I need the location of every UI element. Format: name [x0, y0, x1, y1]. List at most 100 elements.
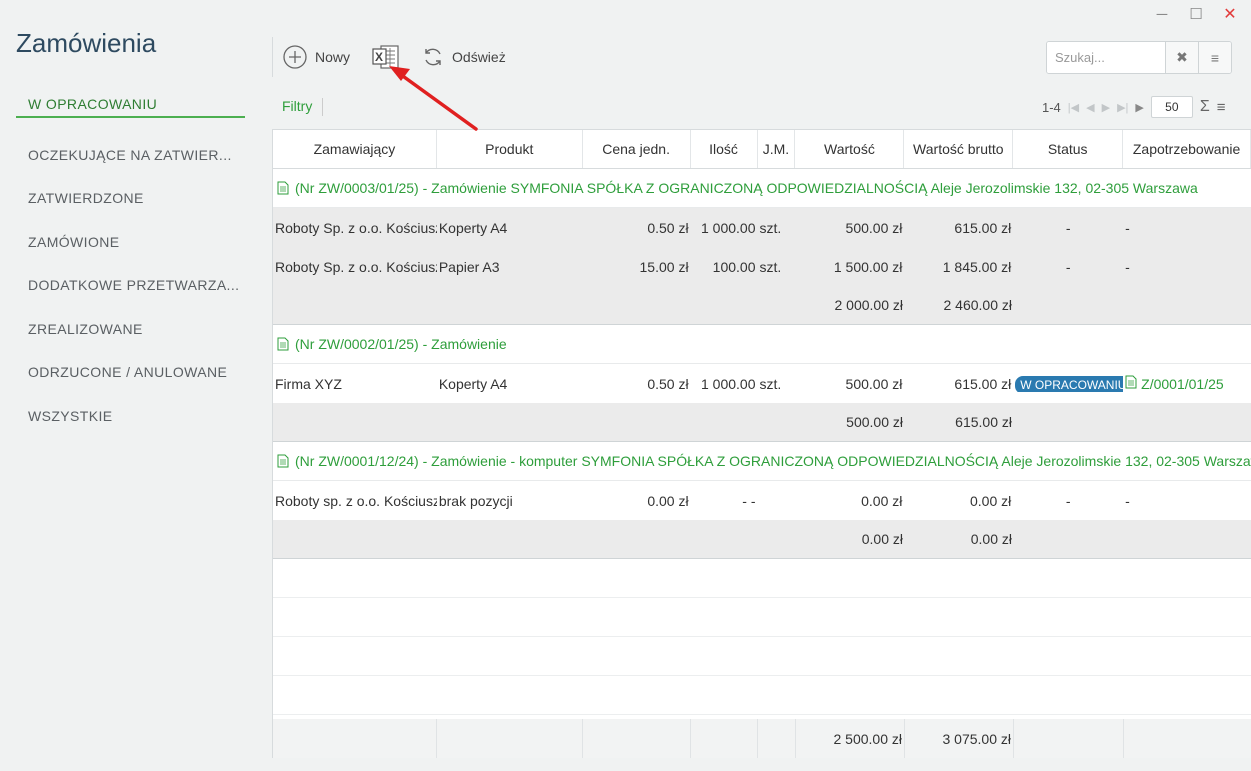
- group-sum-value: 2 000.00 zł: [834, 297, 904, 313]
- qty-cell: - -: [742, 492, 756, 509]
- unit-cell: szt.: [759, 258, 782, 275]
- clear-search-button[interactable]: ✖: [1165, 42, 1198, 73]
- status-cell: -: [1065, 258, 1071, 275]
- total-gross: 3 075.00 zł: [905, 719, 1014, 758]
- sidebar-item-zrealizowane[interactable]: ZREALIZOWANE: [16, 307, 245, 351]
- requisition-link[interactable]: Z/0001/01/25: [1125, 375, 1224, 392]
- refresh-button[interactable]: Odśwież: [422, 46, 506, 68]
- column-header[interactable]: Wartość brutto: [904, 130, 1014, 168]
- empty-row: [273, 559, 1251, 598]
- price-cell: 0.50 zł: [647, 375, 689, 392]
- menu-icon: ≡: [1210, 49, 1220, 66]
- group-sum-gross: 615.00 zł: [955, 414, 1012, 430]
- sum-icon[interactable]: Σ: [1200, 98, 1210, 116]
- sidebar-item-zamowione[interactable]: ZAMÓWIONE: [16, 220, 245, 264]
- order-group-title[interactable]: (Nr ZW/0001/12/24) - Zamówienie - komput…: [295, 453, 1251, 469]
- requisition-cell: -: [1125, 492, 1130, 509]
- status-cell: -: [1065, 492, 1071, 509]
- page-range: 1-4: [1042, 99, 1061, 115]
- go-page-icon[interactable]: ▶: [1135, 101, 1143, 114]
- price-cell: 0.50 zł: [647, 219, 689, 236]
- order-group-header[interactable]: (Nr ZW/0003/01/25) - Zamówienie SYMFONIA…: [273, 169, 1251, 208]
- order-group-header[interactable]: (Nr ZW/0002/01/25) - Zamówienie: [273, 325, 1251, 364]
- gross-cell: 615.00 zł: [954, 375, 1012, 392]
- sidebar-item-odrzucone[interactable]: ODRZUCONE / ANULOWANE: [16, 351, 245, 395]
- search-input[interactable]: [1047, 42, 1165, 73]
- column-header[interactable]: Wartość: [795, 130, 905, 168]
- requisition-cell: -: [1125, 258, 1130, 275]
- new-button[interactable]: Nowy: [283, 45, 350, 69]
- gross-cell: 0.00 zł: [970, 492, 1012, 509]
- maximize-button[interactable]: ☐: [1181, 4, 1211, 24]
- order-group-title[interactable]: (Nr ZW/0003/01/25) - Zamówienie SYMFONIA…: [295, 180, 1198, 196]
- group-summary-row: 0.00 zł 0.00 zł: [273, 520, 1251, 559]
- requisition-cell: Z/0001/01/25: [1123, 375, 1251, 392]
- search-menu-button[interactable]: ≡: [1198, 42, 1231, 73]
- buyer-cell: Firma XYZ: [275, 375, 342, 392]
- value-cell: 1 500.00 zł: [833, 258, 903, 275]
- order-group-title[interactable]: (Nr ZW/0002/01/25) - Zamówienie: [295, 336, 507, 352]
- column-header[interactable]: Zapotrzebowanie: [1123, 130, 1251, 168]
- buyer-cell: Roboty Sp. z o.o. Kościuszk: [275, 219, 437, 236]
- empty-row: [273, 637, 1251, 676]
- sidebar-item-w-opracowaniu[interactable]: W OPRACOWANIU: [16, 90, 245, 118]
- prev-page-icon[interactable]: ◀: [1086, 101, 1094, 114]
- group-sum-value: 0.00 zł: [861, 531, 903, 547]
- column-header[interactable]: Ilość: [691, 130, 758, 168]
- page-size-input[interactable]: 50: [1150, 96, 1193, 118]
- sidebar-item-wszystkie[interactable]: WSZYSTKIE: [16, 394, 245, 438]
- grid-menu-icon[interactable]: ≡: [1217, 99, 1226, 116]
- first-page-icon[interactable]: |◀: [1068, 101, 1079, 114]
- qty-cell: 1 000.00: [701, 375, 756, 392]
- refresh-icon: [422, 46, 444, 68]
- group-sum-gross: 0.00 zł: [970, 531, 1012, 547]
- next-page-icon[interactable]: ▶: [1102, 101, 1110, 114]
- sidebar-item-dodatkowe[interactable]: DODATKOWE PRZETWARZA...: [16, 264, 245, 308]
- minimize-button[interactable]: ─: [1147, 4, 1177, 24]
- group-sum-gross: 2 460.00 zł: [943, 297, 1013, 313]
- grid-totals-footer: 2 500.00 zł 3 075.00 zł: [273, 719, 1251, 758]
- product-cell: Papier A3: [438, 258, 500, 275]
- gross-cell: 615.00 zł: [954, 219, 1012, 236]
- last-page-icon[interactable]: ▶|: [1117, 101, 1128, 114]
- requisition-cell: -: [1125, 219, 1130, 236]
- window-controls: ─ ☐ ✕: [1147, 4, 1245, 24]
- sidebar-item-oczekujace[interactable]: OCZEKUJĄCE NA ZATWIER...: [16, 133, 245, 177]
- column-header[interactable]: Status: [1013, 130, 1124, 168]
- search-box: ✖ ≡: [1046, 41, 1232, 74]
- table-row[interactable]: Roboty sp. z o.o. Kościuszk brak pozycji…: [273, 481, 1251, 520]
- value-cell: 0.00 zł: [861, 492, 903, 509]
- requisition-number[interactable]: Z/0001/01/25: [1141, 376, 1224, 392]
- unit-cell: szt.: [759, 219, 782, 236]
- plus-circle-icon: [283, 45, 307, 69]
- excel-export-button[interactable]: X: [372, 44, 400, 70]
- price-cell: 15.00 zł: [639, 258, 689, 275]
- page-title: Zamówienia: [16, 28, 157, 58]
- total-value: 2 500.00 zł: [796, 719, 905, 758]
- buyer-cell: Roboty Sp. z o.o. Kościuszk: [275, 258, 437, 275]
- table-row[interactable]: Roboty Sp. z o.o. Kościuszk Papier A3 15…: [273, 247, 1251, 286]
- product-cell: Koperty A4: [438, 375, 508, 392]
- qty-cell: 100.00: [712, 258, 756, 275]
- document-icon: [277, 337, 289, 351]
- table-row[interactable]: Firma XYZ Koperty A4 0.50 zł 1 000.00 sz…: [273, 364, 1251, 403]
- table-row[interactable]: Roboty Sp. z o.o. Kościuszk Koperty A4 0…: [273, 208, 1251, 247]
- status-badge: W OPRACOWANIU: [1015, 375, 1124, 392]
- column-header[interactable]: Produkt: [437, 130, 583, 168]
- clear-icon: ✖: [1176, 49, 1188, 65]
- close-button[interactable]: ✕: [1215, 4, 1245, 24]
- pager: 1-4 |◀ ◀ ▶ ▶| ▶ 50 Σ ≡: [1042, 95, 1226, 119]
- gross-cell: 1 845.00 zł: [942, 258, 1012, 275]
- filters-link[interactable]: Filtry: [282, 98, 324, 116]
- order-group-header[interactable]: (Nr ZW/0001/12/24) - Zamówienie - komput…: [273, 442, 1251, 481]
- price-cell: 0.00 zł: [647, 492, 689, 509]
- orders-grid: Zamawiający Produkt Cena jedn. Ilość J.M…: [272, 129, 1251, 758]
- column-header[interactable]: Zamawiający: [273, 130, 437, 168]
- sidebar-item-zatwierdzone[interactable]: ZATWIERDZONE: [16, 177, 245, 221]
- product-cell: Koperty A4: [438, 219, 508, 236]
- new-button-label: Nowy: [315, 49, 351, 65]
- status-cell: -: [1065, 219, 1071, 236]
- column-header[interactable]: J.M.: [758, 130, 796, 168]
- status-cell: W OPRACOWANIU: [1013, 375, 1124, 392]
- column-header[interactable]: Cena jedn.: [583, 130, 691, 168]
